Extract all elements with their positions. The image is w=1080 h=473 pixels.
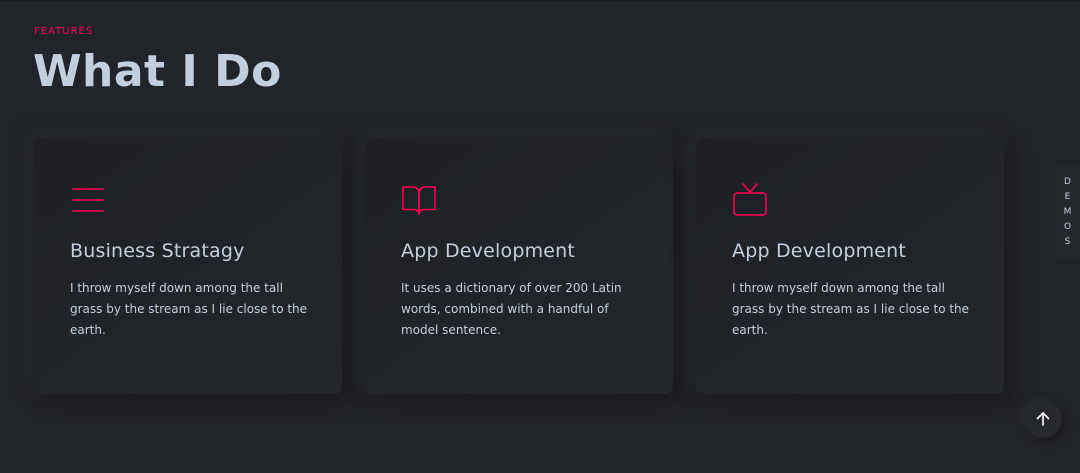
divider bbox=[0, 0, 1080, 1]
demos-tab[interactable]: D E M O S bbox=[1056, 165, 1080, 259]
feature-card-title: App Development bbox=[732, 240, 907, 262]
feature-card-text: It uses a dictionary of over 200 Latin w… bbox=[401, 281, 622, 337]
feature-card-app-development-2[interactable]: App Development I throw myself down amon… bbox=[696, 138, 1004, 394]
arrow-up-icon bbox=[1036, 412, 1050, 426]
book-open-icon bbox=[402, 186, 436, 215]
section-title: What I Do bbox=[33, 46, 282, 97]
feature-card-text: I throw myself down among the tall grass… bbox=[70, 281, 308, 337]
demos-letter: D bbox=[1064, 176, 1072, 187]
features-section: FEATURES What I Do Business Stratagy I t… bbox=[0, 0, 1080, 473]
demos-letter: O bbox=[1063, 221, 1073, 232]
tv-icon bbox=[733, 183, 767, 216]
demos-letter: S bbox=[1064, 236, 1072, 247]
feature-card-title: Business Stratagy bbox=[70, 240, 245, 262]
scroll-to-top-button[interactable] bbox=[1024, 400, 1062, 438]
section-eyebrow: FEATURES bbox=[34, 26, 94, 37]
feature-card-title: App Development bbox=[401, 240, 576, 262]
feature-card-app-development[interactable]: App Development It uses a dictionary of … bbox=[365, 138, 673, 394]
feature-card-business-strategy[interactable]: Business Stratagy I throw myself down am… bbox=[34, 138, 342, 394]
demos-letter: M bbox=[1063, 206, 1073, 217]
menu-lines-icon bbox=[72, 188, 104, 212]
feature-card-text: I throw myself down among the tall grass… bbox=[732, 281, 970, 337]
demos-letter: E bbox=[1064, 191, 1072, 202]
